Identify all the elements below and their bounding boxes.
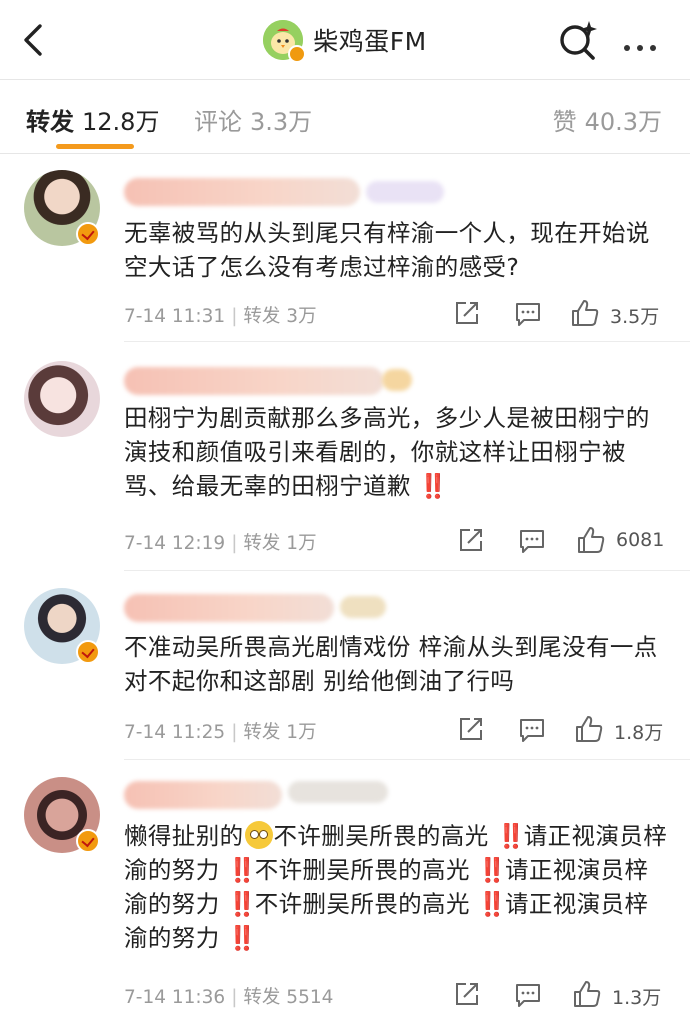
repost-meta: 7-14 11:36 | 转发 5514: [124, 987, 334, 1008]
double-exclamation-icon: ‼️: [227, 924, 256, 952]
comment-button[interactable]: [514, 300, 540, 328]
repost-text: 无辜被骂的从头到尾只有梓渝一个人，现在开始说空大话了怎么没有考虑过梓渝的感受?: [124, 219, 650, 281]
user-tags-blurred: [382, 369, 412, 391]
comment-button[interactable]: [518, 716, 544, 744]
tab-comment[interactable]: 评论 3.3万: [194, 102, 312, 137]
repost-count: 转发 1万: [243, 722, 317, 743]
comment-icon: [516, 303, 540, 326]
like-button[interactable]: [570, 298, 600, 326]
thumbs-up-icon: [578, 527, 605, 553]
like-count: 6081: [616, 529, 665, 551]
share-button[interactable]: [454, 300, 478, 328]
share-button[interactable]: [458, 527, 482, 555]
like-count: 3.5万: [610, 306, 660, 328]
repost-text-segment: 懒得扯别的: [124, 822, 244, 850]
share-icon: [460, 529, 482, 551]
tab-like[interactable]: 赞 40.3万: [553, 102, 662, 137]
repost-meta: 7-14 11:25 | 转发 1万: [124, 722, 317, 743]
repost-text-segment: 不许删吴所畏的高光: [254, 890, 470, 918]
eye-roll-emoji-icon: [244, 821, 273, 849]
repost-text-body: 田栩宁为剧贡献那么多高光，多少人是被田栩宁的演技和颜值吸引来看剧的，你就这样让田…: [124, 404, 650, 500]
thumbs-up-icon: [576, 716, 603, 742]
like-button[interactable]: [572, 979, 602, 1007]
repost-text-segment: 不许删吴所畏的高光: [254, 856, 470, 884]
thumbs-up-icon: [572, 300, 599, 326]
list-item: 田栩宁为剧贡献那么多高光，多少人是被田栩宁的演技和颜值吸引来看剧的，你就这样让田…: [0, 343, 690, 571]
list-item: 不准动吴所畏高光剧情戏份 梓渝从头到尾没有一点对不起你和这部剧 别给他倒油了行吗…: [0, 572, 690, 760]
comment-button[interactable]: [518, 527, 544, 555]
avatar[interactable]: [24, 777, 100, 853]
divider: [124, 341, 690, 342]
repost-count: 转发 5514: [243, 987, 334, 1008]
nav-bar: 柴鸡蛋FM: [0, 0, 690, 80]
tab-bar: 转发 12.8万 评论 3.3万 赞 40.3万: [0, 80, 690, 152]
user-tags-blurred: [340, 596, 386, 618]
more-options-icon[interactable]: [624, 36, 668, 51]
like-button[interactable]: [574, 714, 604, 742]
repost-text: 懒得扯别的 不许删吴所畏的高光 ‼️请正视演员梓渝的努力 ‼️不许删吴所畏的高光 …: [124, 819, 670, 955]
page-title: 柴鸡蛋FM: [313, 27, 427, 56]
double-exclamation-icon: ‼️: [477, 890, 507, 918]
repost-time: 7-14 12:19: [124, 533, 226, 554]
share-button[interactable]: [454, 981, 478, 1009]
account-logo: [263, 20, 307, 63]
verified-badge-icon: [288, 45, 307, 63]
comment-icon: [516, 984, 540, 1007]
username-blurred[interactable]: [124, 178, 360, 206]
search-sparkle-icon: [560, 21, 597, 60]
repost-time: 7-14 11:31: [124, 306, 226, 327]
tab-repost-count: 12.8万: [82, 108, 160, 136]
repost-count: 转发 3万: [243, 306, 317, 327]
repost-time: 7-14 11:36: [124, 987, 226, 1008]
tab-repost-label: 转发: [26, 108, 74, 136]
avatar[interactable]: [24, 588, 100, 664]
tab-comment-count: 3.3万: [250, 108, 313, 136]
avatar[interactable]: [24, 170, 100, 246]
list-item: 无辜被骂的从头到尾只有梓渝一个人，现在开始说空大话了怎么没有考虑过梓渝的感受? …: [0, 154, 690, 342]
repost-text: 不准动吴所畏高光剧情戏份 梓渝从头到尾没有一点对不起你和这部剧 别给他倒油了行吗: [124, 633, 658, 695]
double-exclamation-icon: ‼️: [227, 856, 256, 884]
repost-text: 田栩宁为剧贡献那么多高光，多少人是被田栩宁的演技和颜值吸引来看剧的，你就这样让田…: [124, 401, 664, 503]
double-exclamation-icon: ‼️: [227, 890, 256, 918]
comment-icon: [520, 530, 544, 553]
repost-meta: 7-14 12:19 | 转发 1万: [124, 533, 317, 554]
tab-repost[interactable]: 转发 12.8万: [26, 102, 159, 137]
like-button[interactable]: [576, 525, 606, 553]
username-blurred[interactable]: [124, 367, 384, 395]
divider: [124, 759, 690, 760]
user-tags-blurred: [288, 781, 388, 803]
avatar[interactable]: [24, 361, 100, 437]
like-count: 1.8万: [614, 722, 664, 744]
double-exclamation-icon: ‼️: [477, 856, 507, 884]
tab-like-count: 40.3万: [584, 108, 662, 136]
repost-time: 7-14 11:25: [124, 722, 226, 743]
comment-button[interactable]: [514, 981, 540, 1009]
repost-count: 转发 1万: [243, 533, 317, 554]
double-exclamation-icon: ‼️: [418, 472, 448, 500]
username-blurred[interactable]: [124, 594, 334, 622]
search-button[interactable]: [556, 18, 600, 62]
comment-icon: [520, 719, 544, 742]
thumbs-up-icon: [574, 981, 601, 1007]
repost-meta: 7-14 11:31 | 转发 3万: [124, 306, 317, 327]
verified-badge-icon: [76, 640, 100, 664]
verified-badge-icon: [76, 222, 100, 246]
user-tags-blurred: [366, 181, 444, 203]
active-tab-indicator: [56, 144, 134, 149]
tab-comment-label: 评论: [194, 108, 242, 136]
share-icon: [456, 983, 478, 1005]
username-blurred[interactable]: [124, 781, 282, 809]
like-count: 1.3万: [612, 987, 662, 1009]
double-exclamation-icon: ‼️: [496, 822, 525, 850]
share-button[interactable]: [458, 716, 482, 744]
verified-badge-icon: [76, 829, 100, 853]
divider: [124, 570, 690, 571]
list-item: 懒得扯别的 不许删吴所畏的高光 ‼️请正视演员梓渝的努力 ‼️不许删吴所畏的高光 …: [0, 761, 690, 1018]
share-icon: [456, 302, 478, 324]
share-icon: [460, 718, 482, 740]
tab-like-label: 赞: [552, 108, 577, 136]
repost-text-segment: 不许删吴所畏的高光: [273, 822, 489, 850]
